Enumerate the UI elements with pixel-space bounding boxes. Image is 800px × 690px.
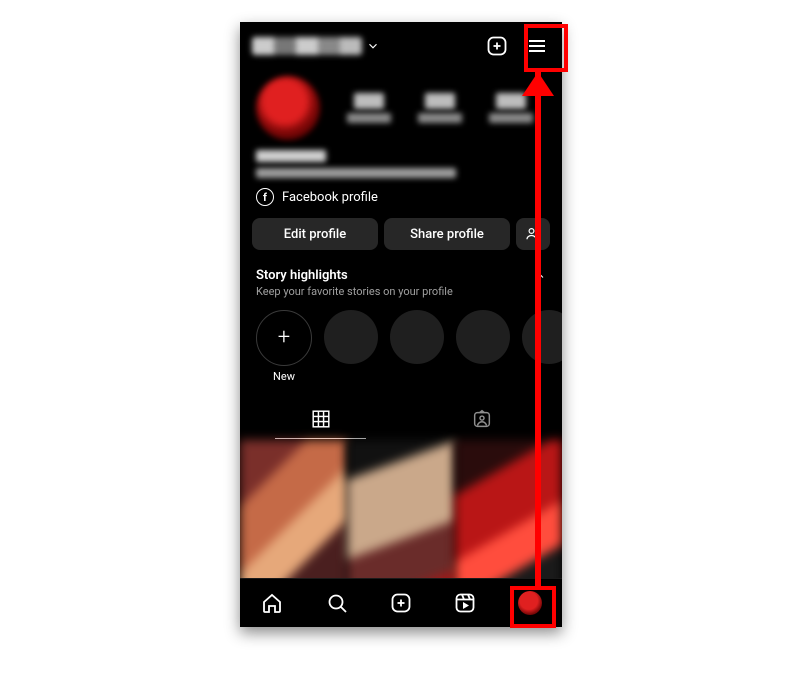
chevron-down-icon bbox=[366, 39, 380, 53]
post-thumbnail[interactable] bbox=[347, 440, 454, 600]
chevron-up-icon bbox=[534, 268, 546, 285]
discover-people-button[interactable] bbox=[516, 218, 550, 250]
facebook-profile-link[interactable]: f Facebook profile bbox=[240, 182, 562, 214]
create-post-button[interactable] bbox=[484, 33, 510, 59]
plus-square-icon bbox=[389, 591, 413, 615]
add-highlight-label: New bbox=[273, 370, 295, 383]
grid-icon bbox=[310, 408, 332, 430]
add-person-icon bbox=[524, 225, 542, 243]
stat-posts[interactable] bbox=[347, 93, 391, 123]
edit-profile-label: Edit profile bbox=[284, 227, 346, 242]
edit-profile-button[interactable]: Edit profile bbox=[252, 218, 378, 250]
facebook-link-label: Facebook profile bbox=[282, 190, 378, 205]
highlights-header[interactable]: Story highlights Keep your favorite stor… bbox=[240, 254, 562, 304]
username-dropdown[interactable] bbox=[252, 37, 380, 55]
highlights-title: Story highlights bbox=[256, 268, 453, 283]
profile-header bbox=[240, 22, 562, 70]
post-thumbnail[interactable] bbox=[240, 440, 347, 600]
highlights-subtitle: Keep your favorite stories on your profi… bbox=[256, 285, 453, 298]
display-name bbox=[256, 150, 326, 162]
profile-avatar-small bbox=[518, 591, 542, 615]
bottom-nav bbox=[240, 578, 562, 627]
add-highlight-button[interactable]: + bbox=[256, 310, 312, 366]
tagged-icon bbox=[471, 408, 493, 430]
tab-tagged[interactable] bbox=[401, 399, 562, 439]
username-text bbox=[252, 37, 362, 55]
highlights-row: + New bbox=[240, 304, 562, 387]
profile-avatar[interactable] bbox=[256, 76, 320, 140]
tab-grid[interactable] bbox=[240, 399, 401, 439]
nav-reels[interactable] bbox=[451, 589, 479, 617]
highlight-placeholder bbox=[522, 310, 562, 364]
plus-icon: + bbox=[278, 327, 290, 349]
share-profile-button[interactable]: Share profile bbox=[384, 218, 510, 250]
phone-frame: f Facebook profile Edit profile Share pr… bbox=[240, 22, 562, 627]
search-icon bbox=[325, 591, 349, 615]
nav-profile[interactable] bbox=[516, 589, 544, 617]
nav-search[interactable] bbox=[323, 589, 351, 617]
stat-following[interactable] bbox=[489, 93, 533, 123]
hamburger-icon bbox=[525, 34, 549, 58]
tutorial-canvas: f Facebook profile Edit profile Share pr… bbox=[0, 0, 800, 690]
profile-summary-row bbox=[240, 70, 562, 144]
bio-text bbox=[256, 168, 456, 178]
post-thumbnail[interactable] bbox=[455, 440, 562, 600]
share-profile-label: Share profile bbox=[410, 227, 484, 242]
nav-home[interactable] bbox=[258, 589, 286, 617]
facebook-icon: f bbox=[256, 188, 274, 206]
highlight-placeholder bbox=[456, 310, 510, 364]
post-grid bbox=[240, 440, 562, 600]
highlight-placeholder bbox=[390, 310, 444, 364]
profile-action-row: Edit profile Share profile bbox=[240, 214, 562, 254]
highlight-placeholder bbox=[324, 310, 378, 364]
hamburger-menu-button[interactable] bbox=[524, 33, 550, 59]
profile-tabs bbox=[240, 399, 562, 440]
profile-bio bbox=[240, 144, 562, 182]
stat-followers[interactable] bbox=[418, 93, 462, 123]
plus-square-icon bbox=[485, 34, 509, 58]
nav-create[interactable] bbox=[387, 589, 415, 617]
reels-icon bbox=[453, 591, 477, 615]
home-icon bbox=[260, 591, 284, 615]
